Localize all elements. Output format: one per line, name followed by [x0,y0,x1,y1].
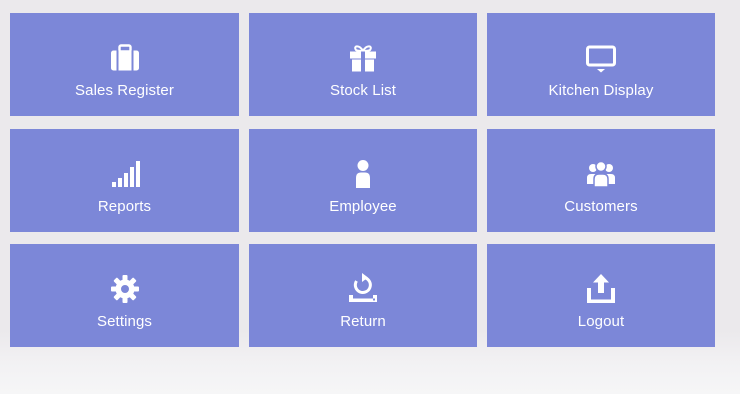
stock-list-button[interactable]: Stock List [249,13,477,116]
signal-bars-icon [107,156,143,192]
monitor-icon [583,40,619,76]
users-group-icon [583,156,619,192]
gift-icon [345,40,381,76]
customers-button[interactable]: Customers [487,129,715,232]
employee-label: Employee [329,198,397,215]
return-label: Return [340,313,386,330]
reports-button[interactable]: Reports [10,129,239,232]
return-icon [345,271,381,307]
settings-label: Settings [97,313,152,330]
kitchen-display-button[interactable]: Kitchen Display [487,13,715,116]
briefcase-icon [107,40,143,76]
kitchen-display-label: Kitchen Display [548,82,654,99]
logout-label: Logout [577,313,625,330]
stock-list-label: Stock List [329,82,397,99]
sales-register-label: Sales Register [75,82,174,99]
user-icon [345,156,381,192]
settings-button[interactable]: Settings [10,244,239,347]
reports-label: Reports [97,198,152,215]
return-button[interactable]: Return [249,244,477,347]
sales-register-button[interactable]: Sales Register [10,13,239,116]
logout-button[interactable]: Logout [487,244,715,347]
gear-icon [107,271,143,307]
upload-logout-icon [583,271,619,307]
employee-button[interactable]: Employee [249,129,477,232]
customers-label: Customers [564,198,638,215]
